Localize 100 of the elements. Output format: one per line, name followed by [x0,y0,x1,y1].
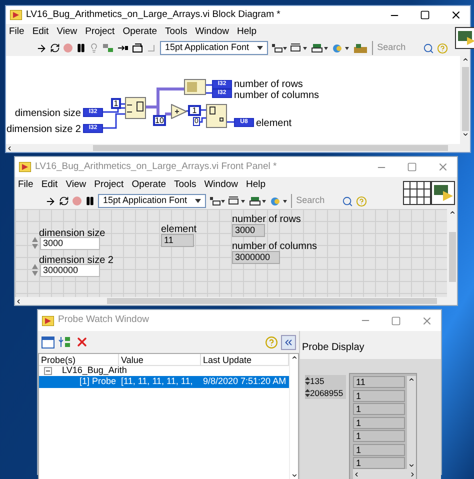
scroll-up-button[interactable] [408,376,415,383]
retain-probe-button[interactable] [58,335,72,349]
step-into-button[interactable] [117,43,129,53]
pause-button[interactable] [85,196,95,206]
column-header[interactable]: Probe(s) [39,354,119,365]
menu-item[interactable]: Edit [32,24,49,40]
connector-pane-icon [403,181,431,205]
indicator-label: element [161,223,197,236]
resize-objects-button[interactable] [311,43,330,53]
terminal-label: element [256,117,292,131]
align-objects-button[interactable] [209,196,226,206]
scroll-left-button[interactable] [6,144,13,152]
reorder-button[interactable] [332,42,350,54]
vi-icon [455,27,474,49]
menu-item[interactable]: Project [85,24,115,40]
menu-item[interactable]: Operate [122,24,158,40]
menu-item[interactable]: Help [237,24,257,40]
scroll-up-button[interactable] [448,209,456,216]
index-control[interactable]: 2068955 [310,387,346,399]
maximize-button[interactable] [420,10,430,20]
menu-item[interactable]: Help [246,178,266,192]
search-icon[interactable] [342,196,354,206]
index-control[interactable]: 135 [310,375,346,387]
menu-item[interactable]: Project [94,178,124,192]
menu-item[interactable]: Window [204,178,238,192]
distribute-objects-button[interactable] [228,196,246,206]
menu-item[interactable]: File [18,178,34,192]
window-title: Probe Watch Window [58,313,149,328]
indicator-label: number of columns [232,240,318,254]
reorder-button[interactable] [270,196,288,206]
caret-icon [195,199,202,203]
resize-objects-button[interactable] [249,196,268,206]
collapse-toggle[interactable] [44,367,52,375]
scroll-up-button[interactable] [462,56,468,63]
font-dropdown[interactable]: 15pt Application Font [98,194,206,208]
initialize-array-node [125,97,146,119]
control-label: dimension size [39,227,106,240]
search-icon[interactable] [423,42,434,54]
scroll-left-button[interactable] [353,470,360,478]
menu-item[interactable]: Window [195,24,229,40]
labview-icon [19,162,31,172]
run-button[interactable] [45,196,56,206]
array-element: 1 [353,444,405,456]
terminal-label: number of rows [234,78,303,90]
caret-icon [257,46,264,50]
array-element: 1 [353,430,405,442]
align-objects-button[interactable] [271,43,288,53]
new-probe-button[interactable] [41,335,55,349]
menu-item[interactable]: View [66,178,86,192]
scrollbar-thumb[interactable] [93,145,448,151]
labview-icon [10,10,22,20]
control-label: dimension size 2 [39,254,114,266]
scroll-right-button[interactable] [409,470,416,478]
add-node [171,104,187,119]
increment-decrement-button[interactable] [305,388,310,398]
collapse-panel-button[interactable] [281,334,296,350]
terminal-label: dimension size 2 [6,123,81,137]
column-header[interactable]: Value [119,354,201,365]
scroll-down-button[interactable] [462,131,468,138]
menu-item[interactable]: Operate [132,178,166,192]
distribute-objects-button[interactable] [290,43,308,53]
terminal-label: dimension size [14,107,81,121]
labview-icon [42,316,54,326]
scrollbar-thumb[interactable] [448,232,456,282]
numeric-control[interactable]: 3000000 [40,264,100,277]
scroll-down-button[interactable] [290,472,298,479]
menu-item[interactable]: File [9,24,24,40]
table-cell-text: 9/8/2020 7:51:20 AM [202,375,288,388]
indicator-label: number of rows [232,213,301,226]
increment-decrement-button[interactable] [305,376,310,386]
menu-item[interactable]: Edit [41,178,58,192]
column-header[interactable]: Last Update [201,354,289,365]
scroll-down-button[interactable] [408,462,415,469]
scrollbar-thumb[interactable] [462,67,468,131]
cleanup-diagram-button[interactable] [353,42,370,54]
run-button[interactable] [36,42,47,54]
numeric-control[interactable]: 3000 [40,237,100,250]
terminal-label: number of columns [234,89,320,103]
menu-item[interactable]: View [56,24,78,40]
scrollbar-thumb[interactable] [107,298,437,304]
array-element: 1 [353,390,405,402]
array-element: 1 [353,403,405,415]
scroll-left-button[interactable] [15,298,22,304]
numeric-indicator: 3000 [232,224,265,237]
table-cell-text: [11, 11, 11, 11, 11, [120,375,194,388]
probe-row[interactable]: [1] Probe [11, 11, 11, 11, 11, 9/8/2020 7:51:20 AM [39,376,289,388]
menu-item[interactable]: Tools [174,178,196,192]
step-over-button[interactable] [132,43,144,53]
scroll-up-button[interactable] [290,354,298,361]
run-continuously-button[interactable] [59,196,69,206]
numeric-constant: 10 [153,115,166,126]
window-title: LV16_Bug_Arithmetics_on_Large_Arrays.vi Front Panel * [35,160,277,174]
run-continuously-button[interactable] [50,43,60,53]
tree-item[interactable]: LV16_Bug_Arith [62,364,127,378]
close-button[interactable] [450,9,462,21]
menu-item[interactable]: Tools [165,24,188,40]
delete-probe-button[interactable] [75,335,89,349]
pause-button[interactable] [76,43,86,53]
font-dropdown[interactable]: 15pt Application Font [160,41,268,55]
table-cell-text: [1] Probe [78,375,117,388]
